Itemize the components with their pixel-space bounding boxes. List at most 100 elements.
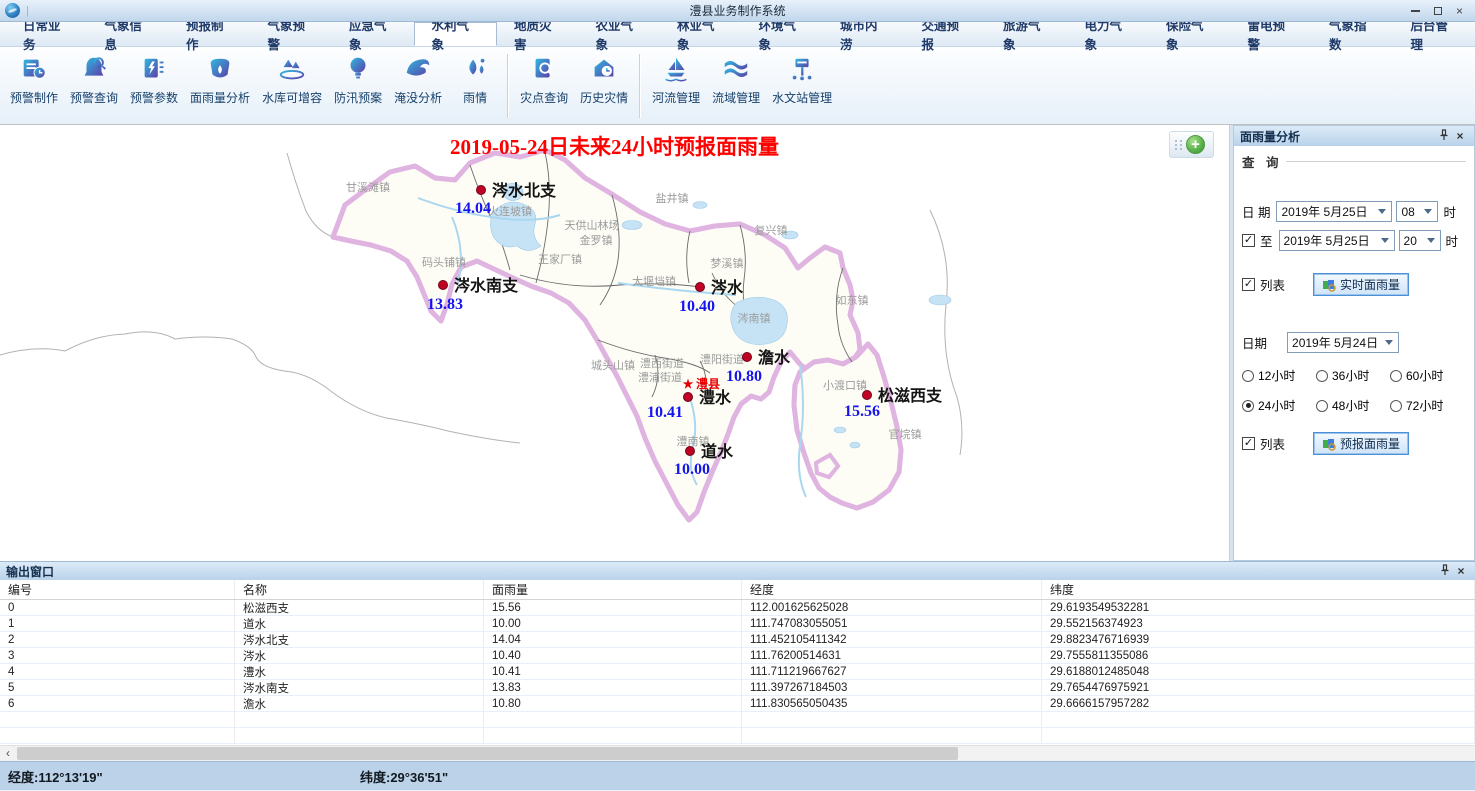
radio-icon — [1316, 370, 1328, 382]
table-empty-row[interactable] — [0, 728, 1475, 744]
realtime-rainfall-button[interactable]: 实时面雨量 — [1313, 273, 1409, 296]
town-label: 澧西街道 — [640, 356, 684, 370]
duration-radio-72小时[interactable]: 72小时 — [1390, 397, 1466, 414]
menu-item-3[interactable]: 气象预警 — [251, 22, 333, 46]
toolbar-button-0-3[interactable]: 面雨量分析 — [184, 47, 256, 124]
neighbor-boundary-line — [930, 210, 962, 455]
map-canvas[interactable]: 2019-05-24日未来24小时预报面雨量 + — [0, 125, 1229, 561]
toolbar-button-label: 防汛预案 — [334, 89, 382, 106]
output-close-icon[interactable]: × — [1453, 564, 1469, 578]
toolbar-button-2-1[interactable]: 流域管理 — [706, 47, 766, 124]
station-marker-icon — [477, 186, 486, 195]
table-row[interactable]: 1道水10.00111.74708305505129.552156374923 — [0, 616, 1475, 632]
menu-item-1[interactable]: 气象信息 — [88, 22, 170, 46]
table-cell: 14.04 — [484, 632, 742, 648]
table-row[interactable]: 2涔水北支14.04111.45210541134229.88234767169… — [0, 632, 1475, 648]
duration-radio-48小时[interactable]: 48小时 — [1316, 397, 1390, 414]
station-name-label: 涔水北支 — [492, 181, 557, 200]
date-label: 日 期 — [1242, 202, 1270, 221]
list-checkbox[interactable]: ✓ — [1242, 278, 1255, 291]
toolbar-button-1-1[interactable]: 历史灾情 — [574, 47, 634, 124]
map-title: 2019-05-24日未来24小时预报面雨量 — [0, 131, 1229, 161]
scroll-left-arrow[interactable]: ‹ — [0, 746, 16, 761]
bulb-icon — [343, 54, 373, 84]
town-label: 梦溪镇 — [711, 256, 744, 270]
minimize-button[interactable] — [1411, 10, 1420, 12]
zoom-in-button[interactable]: + — [1186, 135, 1205, 154]
start-date-combobox[interactable]: 2019年 5月25日 — [1276, 201, 1392, 222]
rainfall-analysis-panel: 面雨量分析 × 查 询 日 期 2019年 5月25日 08 时 ✓ 至 — [1233, 125, 1475, 561]
toolbar-button-label: 面雨量分析 — [190, 89, 250, 106]
status-longitude: 经度:112°13'19" — [8, 767, 360, 786]
table-empty-row[interactable] — [0, 712, 1475, 728]
menu-item-4[interactable]: 应急气象 — [332, 22, 414, 46]
table-row[interactable]: 4澧水10.41111.71121966762729.6188012485048 — [0, 664, 1475, 680]
table-row[interactable]: 0松滋西支15.56112.00162562502829.61935495322… — [0, 600, 1475, 616]
menu-item-11[interactable]: 交通预报 — [905, 22, 987, 46]
start-hour-combobox[interactable]: 08 — [1396, 201, 1438, 222]
station-marker-icon — [696, 283, 705, 292]
radio-label: 36小时 — [1332, 367, 1369, 384]
to-checkbox[interactable]: ✓ — [1242, 234, 1255, 247]
close-button[interactable]: × — [1456, 5, 1463, 17]
end-hour-combobox[interactable]: 20 — [1399, 230, 1441, 251]
duration-radio-12小时[interactable]: 12小时 — [1242, 367, 1316, 384]
menu-item-9[interactable]: 环境气象 — [742, 22, 824, 46]
toolbar-button-0-5[interactable]: 防汛预案 — [328, 47, 388, 124]
drag-grip-icon[interactable] — [1175, 140, 1183, 150]
table-cell — [742, 728, 1042, 744]
title-bar: | 澧县业务制作系统 × — [0, 0, 1475, 22]
station-name-label: 涔水南支 — [454, 276, 519, 295]
menu-item-14[interactable]: 保险气象 — [1149, 22, 1231, 46]
toolbar-button-label: 流域管理 — [712, 89, 760, 106]
forecast-rainfall-button[interactable]: 预报面雨量 — [1313, 432, 1409, 455]
forecast-list-checkbox[interactable]: ✓ — [1242, 437, 1255, 450]
table-row[interactable]: 3涔水10.40111.7620051463129.7555811355086 — [0, 648, 1475, 664]
panel-close-icon[interactable]: × — [1452, 129, 1468, 143]
pin-icon[interactable] — [1437, 564, 1453, 579]
menu-item-7[interactable]: 农业气象 — [579, 22, 661, 46]
toolbar-button-1-0[interactable]: 灾点查询 — [514, 47, 574, 124]
menu-item-8[interactable]: 林业气象 — [660, 22, 742, 46]
toolbar-button-2-0[interactable]: 河流管理 — [646, 47, 706, 124]
menu-item-0[interactable]: 日常业务 — [6, 22, 88, 46]
toolbar-button-0-4[interactable]: 水库可增容 — [256, 47, 328, 124]
menu-item-5[interactable]: 水利气象 — [414, 22, 498, 46]
town-label: 澧阳街道 — [700, 352, 744, 366]
toolbar-button-2-2[interactable]: 水文站管理 — [766, 47, 838, 124]
menu-item-2[interactable]: 预报制作 — [169, 22, 251, 46]
station-value-label: 10.00 — [674, 461, 710, 478]
duration-radio-60小时[interactable]: 60小时 — [1390, 367, 1466, 384]
table-row[interactable]: 6澹水10.80111.83056505043529.6666157957282 — [0, 696, 1475, 712]
menu-item-17[interactable]: 后台管理 — [1394, 22, 1475, 46]
table-cell: 29.7654476975921 — [1042, 680, 1475, 696]
toolbar-button-0-6[interactable]: 淹没分析 — [388, 47, 448, 124]
toolbar-button-0-0[interactable]: 预警制作 — [4, 47, 64, 124]
menu-item-15[interactable]: 雷电预警 — [1231, 22, 1313, 46]
end-date-combobox[interactable]: 2019年 5月25日 — [1279, 230, 1395, 251]
toolbar: 预警制作预警查询预警参数面雨量分析水库可增容防汛预案淹没分析雨情 灾点查询历史灾情… — [0, 47, 1475, 125]
menu-item-6[interactable]: 地质灾害 — [497, 22, 579, 46]
toolbar-button-label: 雨情 — [463, 89, 487, 106]
toolbar-button-label: 水库可增容 — [262, 89, 322, 106]
menu-item-10[interactable]: 城市内涝 — [823, 22, 905, 46]
menu-item-13[interactable]: 电力气象 — [1068, 22, 1150, 46]
duration-radio-36小时[interactable]: 36小时 — [1316, 367, 1390, 384]
menu-item-16[interactable]: 气象指数 — [1312, 22, 1394, 46]
county-star-icon: ★ — [683, 377, 694, 391]
duration-radio-24小时[interactable]: 24小时 — [1242, 397, 1316, 414]
menu-item-12[interactable]: 旅游气象 — [986, 22, 1068, 46]
toolbar-button-0-1[interactable]: 预警查询 — [64, 47, 124, 124]
town-label: 如东镇 — [836, 293, 869, 307]
maximize-button[interactable] — [1434, 7, 1442, 15]
scrollbar-thumb[interactable] — [17, 747, 958, 760]
toolbar-button-0-7[interactable]: 雨情 — [448, 47, 502, 124]
cloud-raindrop-icon — [205, 54, 235, 84]
query-group-label: 查 询 — [1242, 152, 1466, 171]
bell-search-icon — [79, 54, 109, 84]
pin-icon[interactable] — [1436, 129, 1452, 144]
forecast-date-combobox[interactable]: 2019年 5月24日 — [1287, 332, 1399, 353]
table-row[interactable]: 5涔水南支13.83111.39726718450329.76544769759… — [0, 680, 1475, 696]
toolbar-button-0-2[interactable]: 预警参数 — [124, 47, 184, 124]
station-value-label: 14.04 — [455, 200, 491, 217]
